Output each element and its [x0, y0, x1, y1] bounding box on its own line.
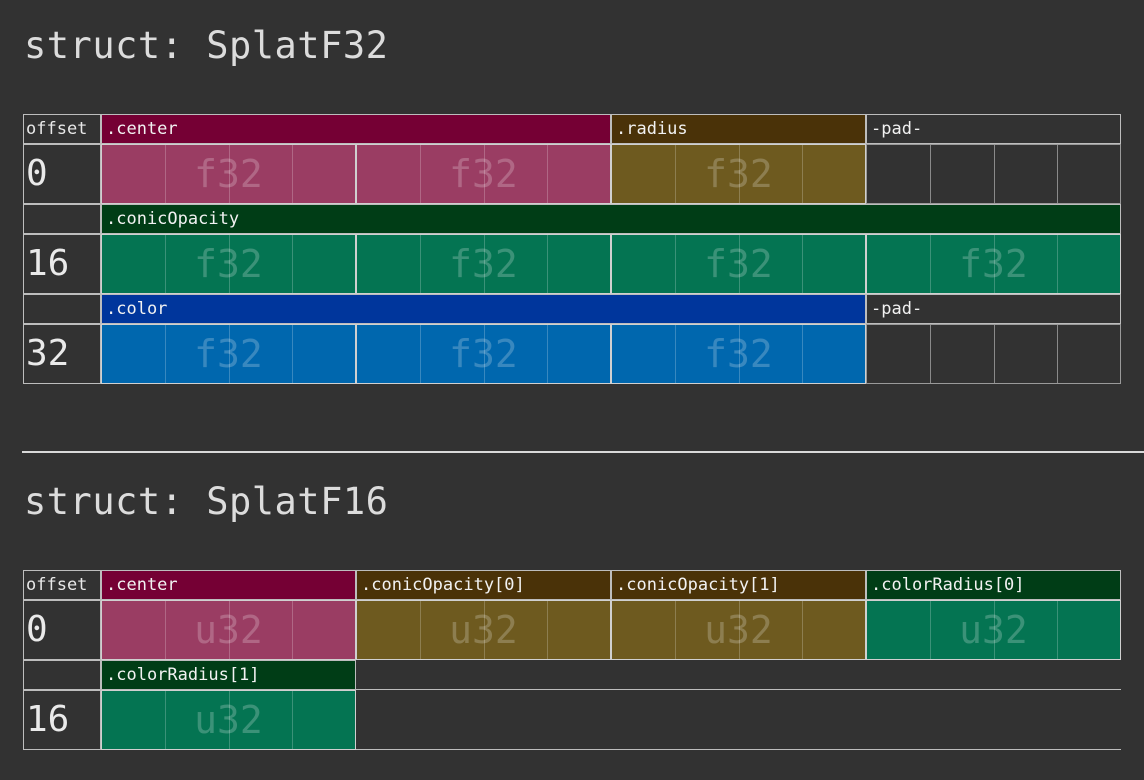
- offset-value: 16: [23, 234, 101, 294]
- padding-word: [866, 324, 1121, 384]
- field-word-u32: u32: [866, 600, 1121, 660]
- field-word-u32: u32: [611, 600, 866, 660]
- field-type-label: f32: [959, 242, 1028, 286]
- field-label: .radius: [611, 114, 866, 144]
- offset-value: 0: [23, 600, 101, 660]
- field-word-f32: f32: [101, 324, 356, 384]
- field-word-f32: f32: [866, 234, 1121, 294]
- field-type-label: f32: [449, 152, 518, 196]
- field-type-label: f32: [449, 332, 518, 376]
- field-word-f32: f32: [611, 324, 866, 384]
- field-word-f32: f32: [611, 234, 866, 294]
- field-label: .colorRadius[1]: [101, 660, 356, 690]
- field-type-label: u32: [194, 698, 263, 742]
- offset-label-blank: [23, 294, 101, 324]
- offset-value: 0: [23, 144, 101, 204]
- row-line: [356, 689, 1121, 690]
- field-word-f32: f32: [356, 234, 611, 294]
- field-type-label: f32: [194, 152, 263, 196]
- byte-divider: [929, 325, 931, 383]
- row-line: [356, 749, 1121, 750]
- byte-divider: [993, 325, 995, 383]
- field-type-label: f32: [704, 332, 773, 376]
- byte-divider: [1057, 325, 1059, 383]
- byte-divider: [929, 145, 931, 203]
- field-word-u32: u32: [101, 600, 356, 660]
- field-word-f32: f32: [356, 324, 611, 384]
- field-type-label: f32: [704, 242, 773, 286]
- field-label: .center: [101, 570, 356, 600]
- field-type-label: f32: [194, 332, 263, 376]
- field-type-label: u32: [449, 608, 518, 652]
- field-type-label: u32: [194, 608, 263, 652]
- field-type-label: u32: [704, 608, 773, 652]
- offset-value: 16: [23, 690, 101, 750]
- field-label: .center: [101, 114, 611, 144]
- section-divider: [22, 451, 1144, 453]
- offset-header: offset: [23, 114, 101, 144]
- field-type-label: f32: [194, 242, 263, 286]
- field-word-f32: f32: [101, 144, 356, 204]
- field-label: .conicOpacity: [101, 204, 1121, 234]
- offset-value: 32: [23, 324, 101, 384]
- field-label: .color: [101, 294, 866, 324]
- field-label: .conicOpacity[0]: [356, 570, 611, 600]
- struct-title-splatf32: struct: SplatF32: [24, 24, 389, 67]
- offset-header: offset: [23, 570, 101, 600]
- field-label: .conicOpacity[1]: [611, 570, 866, 600]
- field-word-u32: u32: [101, 690, 356, 750]
- padding-word: [866, 144, 1121, 204]
- offset-label-blank: [23, 660, 101, 690]
- field-label: .colorRadius[0]: [866, 570, 1121, 600]
- pad-label: -pad-: [866, 294, 1121, 324]
- field-type-label: u32: [959, 608, 1028, 652]
- field-type-label: f32: [449, 242, 518, 286]
- byte-divider: [993, 145, 995, 203]
- offset-label-blank: [23, 204, 101, 234]
- field-word-f32: f32: [101, 234, 356, 294]
- field-word-f32: f32: [356, 144, 611, 204]
- struct-title-splatf16: struct: SplatF16: [24, 480, 389, 523]
- byte-divider: [1057, 145, 1059, 203]
- field-word-f32: f32: [611, 144, 866, 204]
- field-word-u32: u32: [356, 600, 611, 660]
- field-type-label: f32: [704, 152, 773, 196]
- pad-label: -pad-: [866, 114, 1121, 144]
